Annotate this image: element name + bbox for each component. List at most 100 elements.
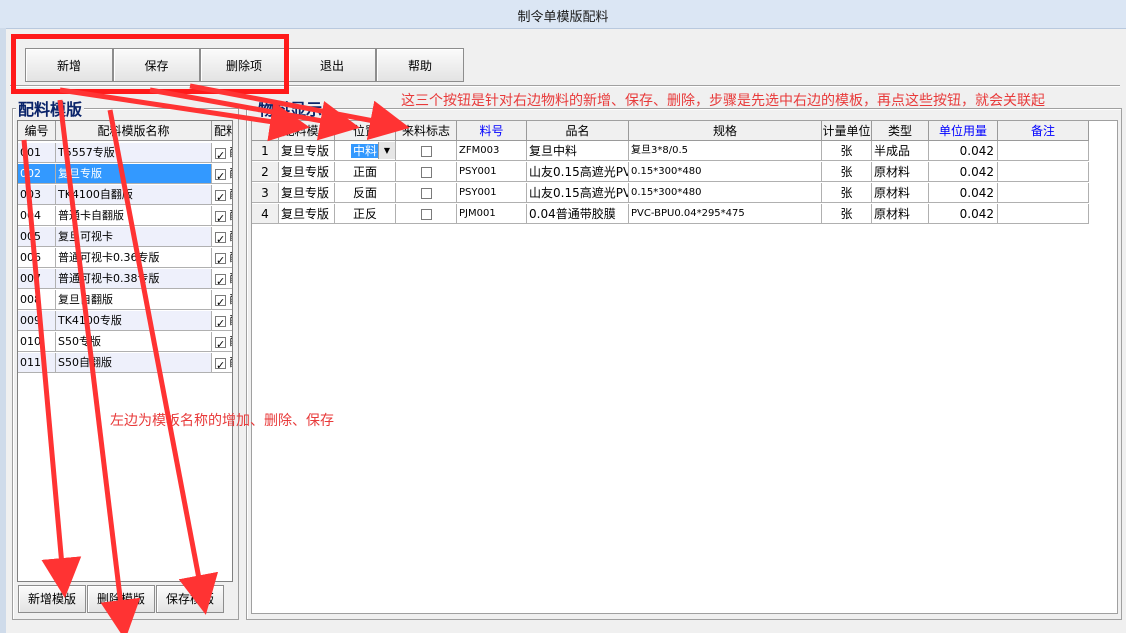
material-grid[interactable]: 配料模版 位置 来料标志 料号 品名 规格 计量单位 类型 单位用量 备注 1复… <box>251 120 1118 614</box>
template-name[interactable]: 普通卡自翻版 <box>56 206 212 226</box>
template-id[interactable]: 008 <box>18 290 56 310</box>
cell[interactable]: PSY001 <box>457 162 527 182</box>
cell[interactable]: 复旦专版 <box>279 204 335 224</box>
cell[interactable]: 复旦中料 <box>527 141 629 161</box>
template-grid[interactable]: 编号 配料模版名称 配料否 001T5557专版 配料002复旦专版 配料003… <box>17 120 233 582</box>
table-row[interactable]: 010S50专版 配料 <box>18 332 232 352</box>
cell[interactable] <box>998 204 1089 224</box>
cell[interactable]: 原材料 <box>872 204 929 224</box>
table-row[interactable]: 008复旦自翻版 配料 <box>18 290 232 310</box>
table-row[interactable]: 004普通卡自翻版 配料 <box>18 206 232 226</box>
template-name[interactable]: TK4100专版 <box>56 311 212 331</box>
cell[interactable]: 山友0.15高遮光PVC <box>527 162 629 182</box>
table-row[interactable]: 4 复旦专版 正反 PJM001 0.04普通带胶膜 PVC-BPU0.04*295*47… <box>252 204 1089 224</box>
header-type[interactable]: 类型 <box>872 121 929 141</box>
cell[interactable] <box>998 183 1089 203</box>
cell[interactable]: 反面 <box>335 183 396 203</box>
cell[interactable]: 复旦专版 <box>279 183 335 203</box>
table-row[interactable]: 2 复旦专版 正面 PSY001 山友0.15高遮光PVC 0.15*300*480 张 原材… <box>252 162 1089 182</box>
cell[interactable]: 半成品 <box>872 141 929 161</box>
use-checkbox[interactable] <box>215 272 226 288</box>
cell[interactable] <box>396 162 457 182</box>
cell[interactable]: 0.042 <box>929 183 998 203</box>
header-qty[interactable]: 单位用量 <box>929 121 998 141</box>
table-row[interactable]: 009TK4100专版 配料 <box>18 311 232 331</box>
cell[interactable]: ZFM003 <box>457 141 527 161</box>
header-spec[interactable]: 规格 <box>629 121 822 141</box>
template-name[interactable]: S50专版 <box>56 332 212 352</box>
cell[interactable]: 2 <box>252 162 279 182</box>
cell[interactable]: 原材料 <box>872 183 929 203</box>
template-id[interactable]: 004 <box>18 206 56 226</box>
template-id[interactable]: 010 <box>18 332 56 352</box>
cell[interactable]: 0.042 <box>929 141 998 161</box>
template-id[interactable]: 007 <box>18 269 56 289</box>
cell[interactable]: 3 <box>252 183 279 203</box>
cell[interactable]: 0.15*300*480 <box>629 162 822 182</box>
add-template-button[interactable]: 新增模版 <box>18 585 86 613</box>
table-row[interactable]: 002复旦专版 配料 <box>18 164 232 184</box>
cell[interactable] <box>396 141 457 161</box>
cell[interactable]: 0.04普通带胶膜 <box>527 204 629 224</box>
template-name[interactable]: T5557专版 <box>56 143 212 163</box>
cell[interactable]: 张 <box>822 162 872 182</box>
chevron-down-icon[interactable]: ▼ <box>378 142 395 159</box>
template-name[interactable]: 普通可视卡0.38专版 <box>56 269 212 289</box>
cell[interactable]: 张 <box>822 141 872 161</box>
use-checkbox[interactable] <box>215 188 226 204</box>
incoming-flag-checkbox[interactable] <box>420 188 432 199</box>
header-remark[interactable]: 备注 <box>998 121 1089 141</box>
cell[interactable]: 复旦专版 <box>279 141 335 161</box>
template-name[interactable]: 复旦专版 <box>56 164 212 184</box>
save-template-button[interactable]: 保存模版 <box>156 585 224 613</box>
cell[interactable]: 正面 <box>335 162 396 182</box>
template-id[interactable]: 005 <box>18 227 56 247</box>
use-checkbox[interactable] <box>215 335 226 351</box>
table-row[interactable]: 005复旦可视卡 配料 <box>18 227 232 247</box>
template-id[interactable]: 002 <box>18 164 56 184</box>
table-row[interactable]: 1 复旦专版 中料 ▼ ZFM003 复旦中料 复旦3*8/0.5 张半成品 0.042 <box>252 141 1089 161</box>
cell[interactable]: 张 <box>822 204 872 224</box>
incoming-flag-checkbox[interactable] <box>420 209 432 220</box>
use-checkbox[interactable] <box>215 356 226 372</box>
template-id[interactable]: 001 <box>18 143 56 163</box>
cell[interactable]: 0.15*300*480 <box>629 183 822 203</box>
cell[interactable]: 复旦专版 <box>279 162 335 182</box>
template-id[interactable]: 006 <box>18 248 56 268</box>
delete-template-button[interactable]: 删除模版 <box>87 585 155 613</box>
table-row[interactable]: 001T5557专版 配料 <box>18 143 232 163</box>
header-template-name[interactable]: 配料模版名称 <box>56 121 212 141</box>
cell[interactable]: 0.042 <box>929 162 998 182</box>
cell[interactable]: 复旦3*8/0.5 <box>629 141 822 161</box>
help-button[interactable]: 帮助 <box>376 48 464 82</box>
cell[interactable]: 原材料 <box>872 162 929 182</box>
table-row[interactable]: 003TK4100自翻版 配料 <box>18 185 232 205</box>
cell[interactable]: PJM001 <box>457 204 527 224</box>
header-position[interactable]: 位置 <box>335 121 396 141</box>
header-incoming-flag[interactable]: 来料标志 <box>396 121 457 141</box>
cell[interactable]: 山友0.15高遮光PVC <box>527 183 629 203</box>
template-name[interactable]: TK4100自翻版 <box>56 185 212 205</box>
use-checkbox[interactable] <box>215 251 226 267</box>
cell[interactable] <box>998 141 1089 161</box>
template-name[interactable]: 复旦可视卡 <box>56 227 212 247</box>
cell[interactable] <box>396 183 457 203</box>
cell[interactable] <box>396 204 457 224</box>
table-row[interactable]: 007普通可视卡0.38专版 配料 <box>18 269 232 289</box>
use-checkbox[interactable] <box>215 314 226 330</box>
header-product-name[interactable]: 品名 <box>527 121 629 141</box>
table-row[interactable]: 3 复旦专版 反面 PSY001 山友0.15高遮光PVC 0.15*300*480 张 原材… <box>252 183 1089 203</box>
header-unit[interactable]: 计量单位 <box>822 121 872 141</box>
use-checkbox[interactable] <box>215 293 226 309</box>
exit-button[interactable]: 退出 <box>288 48 376 82</box>
header-code[interactable]: 料号 <box>457 121 527 141</box>
incoming-flag-checkbox[interactable] <box>420 146 432 157</box>
table-row[interactable]: 006普通可视卡0.36专版 配料 <box>18 248 232 268</box>
cell[interactable] <box>998 162 1089 182</box>
incoming-flag-checkbox[interactable] <box>420 167 432 178</box>
header-id[interactable]: 编号 <box>18 121 56 141</box>
cell[interactable]: 张 <box>822 183 872 203</box>
cell[interactable]: 4 <box>252 204 279 224</box>
header-template[interactable]: 配料模版 <box>279 121 335 141</box>
position-select[interactable]: 中料 ▼ <box>335 141 396 161</box>
